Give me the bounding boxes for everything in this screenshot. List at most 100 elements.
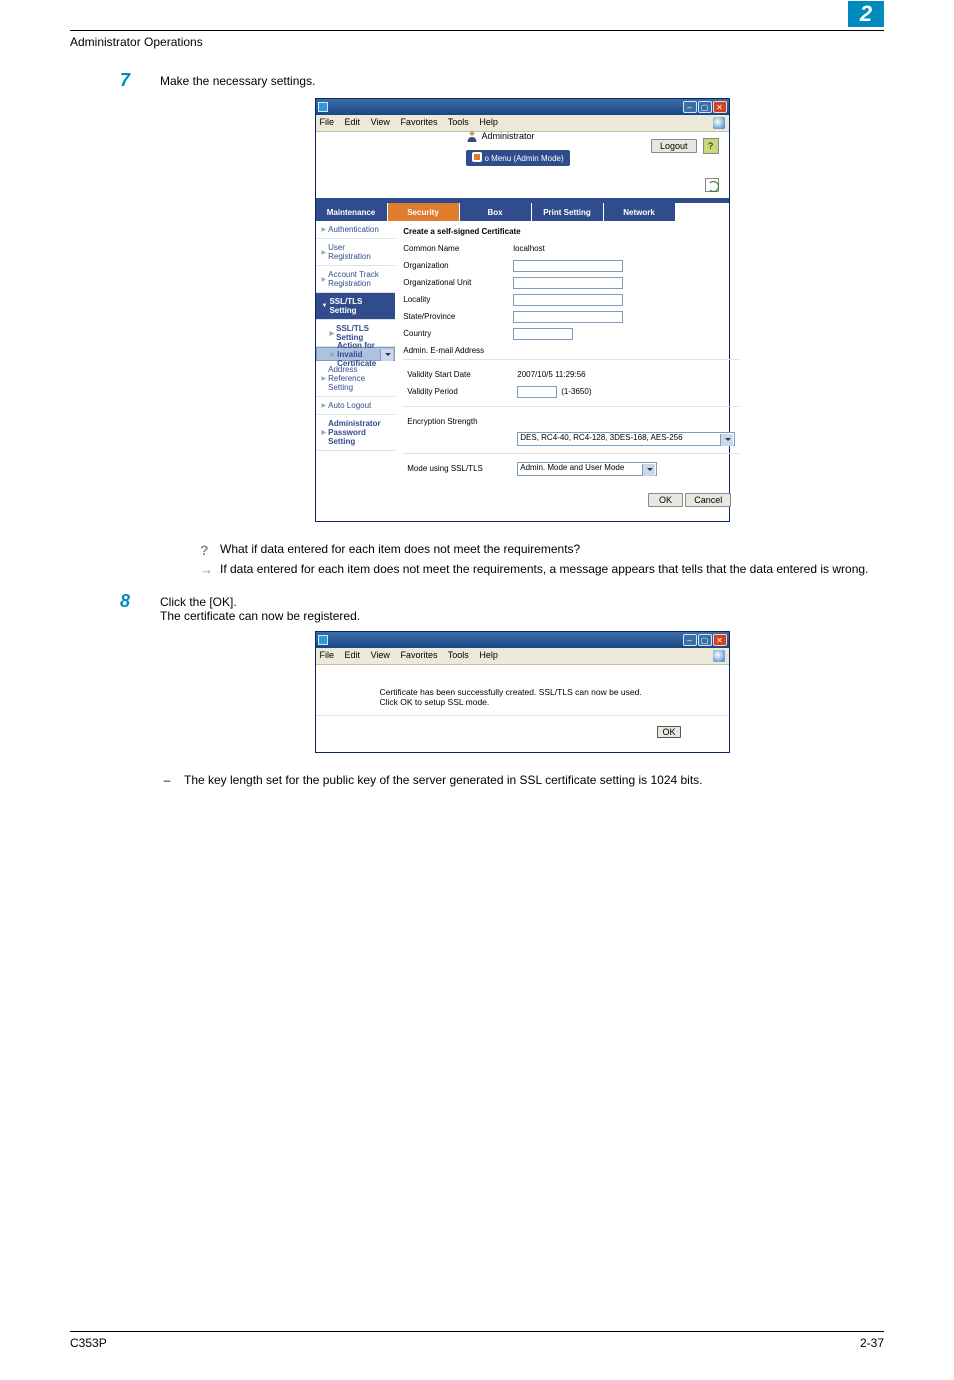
browser-window-2: – ▢ ✕ File Edit View Favorites Tools Hel…	[315, 631, 730, 753]
menu-tools[interactable]: Tools	[448, 117, 469, 127]
sidebar-item-user-reg[interactable]: ▶User Registration	[316, 239, 396, 266]
maximize-button[interactable]: ▢	[698, 634, 712, 646]
input-locality[interactable]	[513, 294, 623, 306]
refresh-icon[interactable]	[705, 178, 719, 192]
label-vstart: Validity Start Date	[407, 370, 517, 379]
browser-window-1: – ▢ ✕ File Edit View Favorites Tools Hel…	[315, 98, 730, 522]
input-country[interactable]	[513, 328, 573, 340]
question-icon: ?	[200, 542, 214, 558]
label-enc: Encryption Strength	[407, 417, 517, 426]
label-locality: Locality	[403, 295, 513, 304]
admin-mode-label: o Menu (Admin Mode)	[485, 154, 564, 163]
menu-tools[interactable]: Tools	[448, 650, 469, 660]
sidebar-item-label: SSL/TLS Setting	[329, 297, 389, 315]
step8-text2: The certificate can now be registered.	[160, 609, 884, 623]
success-message: Certificate has been successfully create…	[316, 665, 729, 716]
help-button[interactable]: ?	[703, 138, 719, 154]
label-country: Country	[403, 329, 513, 338]
sidebar-item-label: Administrator Password Setting	[328, 419, 389, 446]
dash-icon: –	[160, 773, 174, 787]
menu-edit[interactable]: Edit	[345, 117, 361, 127]
titlebar: – ▢ ✕	[316, 99, 729, 115]
menu-toggle-icon	[472, 152, 482, 164]
sidebar-item-auth[interactable]: ▶Authentication	[316, 221, 396, 239]
sidebar-item-label: Account Track Registration	[328, 270, 389, 288]
hint-vperiod: (1-3650)	[561, 387, 591, 396]
select-enc[interactable]: DES, RC4-40, RC4-128, 3DES-168, AES-256	[517, 432, 735, 446]
step8-note: The key length set for the public key of…	[184, 773, 703, 787]
sidebar-item-acct[interactable]: ▶Account Track Registration	[316, 266, 396, 293]
step7-number: 7	[120, 70, 130, 91]
menu-help[interactable]: Help	[479, 117, 498, 127]
chapter-number: 2	[848, 1, 884, 27]
sidebar-item-label: User Registration	[328, 243, 389, 261]
input-org[interactable]	[513, 260, 623, 272]
close-button[interactable]: ✕	[713, 634, 727, 646]
tab-spacer	[676, 203, 729, 221]
menu-help[interactable]: Help	[479, 650, 498, 660]
logout-button[interactable]: Logout	[651, 139, 697, 153]
label-email: Admin. E-mail Address	[403, 346, 513, 355]
menu-view[interactable]: View	[371, 117, 390, 127]
form-area: Create a self-signed Certificate Common …	[395, 221, 747, 521]
ie-icon	[713, 650, 725, 662]
sidebar-item-label: Authentication	[328, 225, 379, 234]
sidebar-item-invalid-cert[interactable]: ▶Action for Invalid Certificate	[316, 347, 396, 361]
menu-file[interactable]: File	[320, 650, 335, 660]
step7-text: Make the necessary settings.	[160, 74, 884, 88]
sidebar-item-label: Address Reference Setting	[328, 365, 389, 392]
label-mode: Mode using SSL/TLS	[407, 464, 517, 473]
input-orgunit[interactable]	[513, 277, 623, 289]
tab-network[interactable]: Network	[604, 203, 676, 221]
select-mode[interactable]: Admin. Mode and User Mode	[517, 462, 657, 476]
step7-answer: If data entered for each item does not m…	[220, 562, 868, 576]
label-state: State/Province	[403, 312, 513, 321]
sidebar-item-label: SSL/TLS Setting	[336, 324, 389, 342]
cancel-button[interactable]: Cancel	[685, 493, 731, 507]
sidebar-item-label: Action for Invalid Certificate	[337, 341, 376, 368]
section-title: Administrator Operations	[70, 31, 203, 49]
sidebar-item-label: Auto Logout	[328, 401, 371, 410]
footer-page: 2-37	[860, 1336, 884, 1350]
close-button[interactable]: ✕	[713, 101, 727, 113]
footer-model: C353P	[70, 1336, 107, 1350]
admin-label: Administrator	[482, 131, 535, 141]
window-icon	[318, 102, 328, 112]
tab-print[interactable]: Print Setting	[532, 203, 604, 221]
menu-view[interactable]: View	[371, 650, 390, 660]
step8-number: 8	[120, 591, 130, 612]
ie-icon	[713, 117, 725, 129]
menu-file[interactable]: File	[320, 117, 335, 127]
sidebar-item-ssl[interactable]: ▼SSL/TLS Setting	[316, 293, 396, 320]
tab-security[interactable]: Security	[388, 203, 460, 221]
label-orgunit: Organizational Unit	[403, 278, 513, 287]
tab-maintenance[interactable]: Maintenance	[316, 203, 388, 221]
window-icon	[318, 635, 328, 645]
input-state[interactable]	[513, 311, 623, 323]
tab-box[interactable]: Box	[460, 203, 532, 221]
ok-button[interactable]: OK	[648, 493, 683, 507]
admin-mode-menu[interactable]: o Menu (Admin Mode)	[466, 150, 570, 166]
input-vperiod[interactable]	[517, 386, 557, 398]
sidebar-item-admpw[interactable]: ▶Administrator Password Setting	[316, 415, 396, 451]
form-title: Create a self-signed Certificate	[403, 227, 739, 236]
arrow-icon: →	[200, 562, 214, 577]
sidebar-item-autolog[interactable]: ▶Auto Logout	[316, 397, 396, 415]
step7-question: What if data entered for each item does …	[220, 542, 580, 556]
label-common: Common Name	[403, 244, 513, 253]
step8-text1: Click the [OK].	[160, 595, 884, 609]
admin-icon	[466, 130, 478, 142]
maximize-button[interactable]: ▢	[698, 101, 712, 113]
minimize-button[interactable]: –	[683, 634, 697, 646]
menu-favorites[interactable]: Favorites	[400, 650, 437, 660]
value-vstart: 2007/10/5 11:29:56	[517, 370, 585, 379]
menubar: File Edit View Favorites Tools Help	[316, 648, 729, 665]
minimize-button[interactable]: –	[683, 101, 697, 113]
ok-button[interactable]: OK	[657, 726, 680, 738]
label-org: Organization	[403, 261, 513, 270]
label-vperiod: Validity Period	[407, 387, 517, 396]
menu-favorites[interactable]: Favorites	[400, 117, 437, 127]
sidebar: ▶Authentication ▶User Registration ▶Acco…	[316, 221, 396, 521]
titlebar: – ▢ ✕	[316, 632, 729, 648]
menu-edit[interactable]: Edit	[345, 650, 361, 660]
